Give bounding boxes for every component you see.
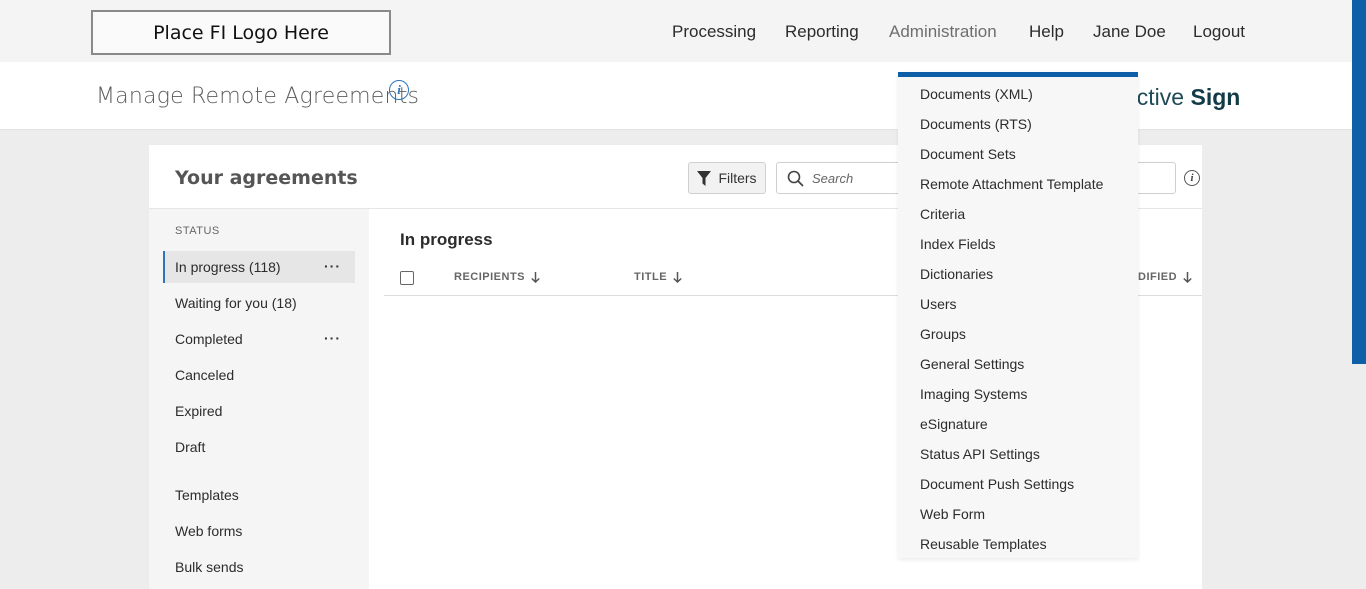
menu-item-criteria[interactable]: Criteria (920, 206, 965, 222)
select-all-checkbox[interactable] (400, 271, 414, 285)
agreements-title: Your agreements (175, 167, 358, 189)
sidebar-item-label: Templates (175, 487, 239, 503)
menu-item-reusable-templates[interactable]: Reusable Templates (920, 536, 1047, 552)
menu-item-documents-xml[interactable]: Documents (XML) (920, 86, 1033, 102)
menu-item-imaging-systems[interactable]: Imaging Systems (920, 386, 1027, 402)
status-heading: STATUS (175, 225, 220, 237)
menu-item-esignature[interactable]: eSignature (920, 416, 988, 432)
list-title: In progress (400, 230, 493, 249)
fi-logo-placeholder[interactable]: Place FI Logo Here (91, 10, 391, 55)
nav-administration[interactable]: Administration (889, 22, 997, 42)
filters-label: Filters (718, 170, 757, 186)
filter-icon (697, 170, 712, 186)
nav-processing[interactable]: Processing (672, 22, 756, 42)
filters-button[interactable]: Filters (688, 162, 766, 194)
page-scrollbar-thumb[interactable] (1352, 0, 1366, 364)
column-header-label: DIFIED (1138, 271, 1178, 283)
sidebar-item-label: Draft (175, 439, 206, 455)
column-header-label: RECIPIENTS (454, 271, 526, 283)
sidebar-item-label: In progress (118) (175, 259, 281, 275)
sidebar-item-bulk-sends[interactable]: Bulk sends (163, 551, 355, 583)
sidebar-item-completed[interactable]: Completed ··· (163, 323, 355, 355)
menu-item-users[interactable]: Users (920, 296, 957, 312)
search-icon (787, 170, 804, 187)
menu-item-remote-attachment-template[interactable]: Remote Attachment Template (920, 176, 1103, 192)
sidebar-item-label: Bulk sends (175, 559, 244, 575)
sidebar-item-label: Expired (175, 403, 223, 419)
menu-item-dictionaries[interactable]: Dictionaries (920, 266, 993, 282)
brand-text-bold: Sign (1190, 84, 1241, 110)
sidebar-item-canceled[interactable]: Canceled (163, 359, 355, 391)
column-header-recipients[interactable]: RECIPIENTS (454, 271, 540, 283)
nav-reporting[interactable]: Reporting (785, 22, 859, 42)
sidebar-item-in-progress[interactable]: In progress (118) ··· (163, 251, 355, 283)
sort-arrow-down-icon (1183, 271, 1192, 283)
sidebar-item-expired[interactable]: Expired (163, 395, 355, 427)
sidebar-item-templates[interactable]: Templates (163, 479, 355, 511)
sort-arrow-down-icon (531, 271, 540, 283)
page-title: Manage Remote Agreements (96, 84, 420, 109)
sidebar-item-web-forms[interactable]: Web forms (163, 515, 355, 547)
sidebar-item-label: Completed (175, 331, 243, 347)
more-options-icon[interactable]: ··· (324, 258, 341, 274)
menu-item-document-push-settings[interactable]: Document Push Settings (920, 476, 1074, 492)
menu-item-status-api-settings[interactable]: Status API Settings (920, 446, 1040, 462)
menu-item-web-form[interactable]: Web Form (920, 506, 985, 522)
menu-item-groups[interactable]: Groups (920, 326, 966, 342)
column-header-label: TITLE (634, 271, 668, 283)
nav-logout[interactable]: Logout (1193, 22, 1245, 42)
sidebar-item-waiting-for-you[interactable]: Waiting for you (18) (163, 287, 355, 319)
menu-item-index-fields[interactable]: Index Fields (920, 236, 995, 252)
sidebar-item-label: Canceled (175, 367, 235, 383)
menu-item-documents-rts[interactable]: Documents (RTS) (920, 116, 1032, 132)
info-icon[interactable]: i (389, 80, 409, 100)
nav-user-name[interactable]: Jane Doe (1093, 22, 1166, 42)
sidebar-item-label: Waiting for you (18) (175, 295, 297, 311)
search-info-icon[interactable]: i (1184, 170, 1200, 186)
more-options-icon[interactable]: ··· (324, 330, 341, 346)
administration-dropdown-menu: Documents (XML) Documents (RTS) Document… (898, 72, 1138, 558)
brand-logo: ective Sign (1124, 84, 1240, 111)
menu-item-document-sets[interactable]: Document Sets (920, 146, 1016, 162)
sidebar-item-label: Web forms (175, 523, 243, 539)
nav-help[interactable]: Help (1029, 22, 1064, 42)
sidebar-item-draft[interactable]: Draft (163, 431, 355, 463)
menu-item-general-settings[interactable]: General Settings (920, 356, 1024, 372)
sort-arrow-down-icon (673, 271, 682, 283)
column-header-title[interactable]: TITLE (634, 271, 682, 283)
column-header-modified[interactable]: DIFIED (1138, 271, 1192, 283)
